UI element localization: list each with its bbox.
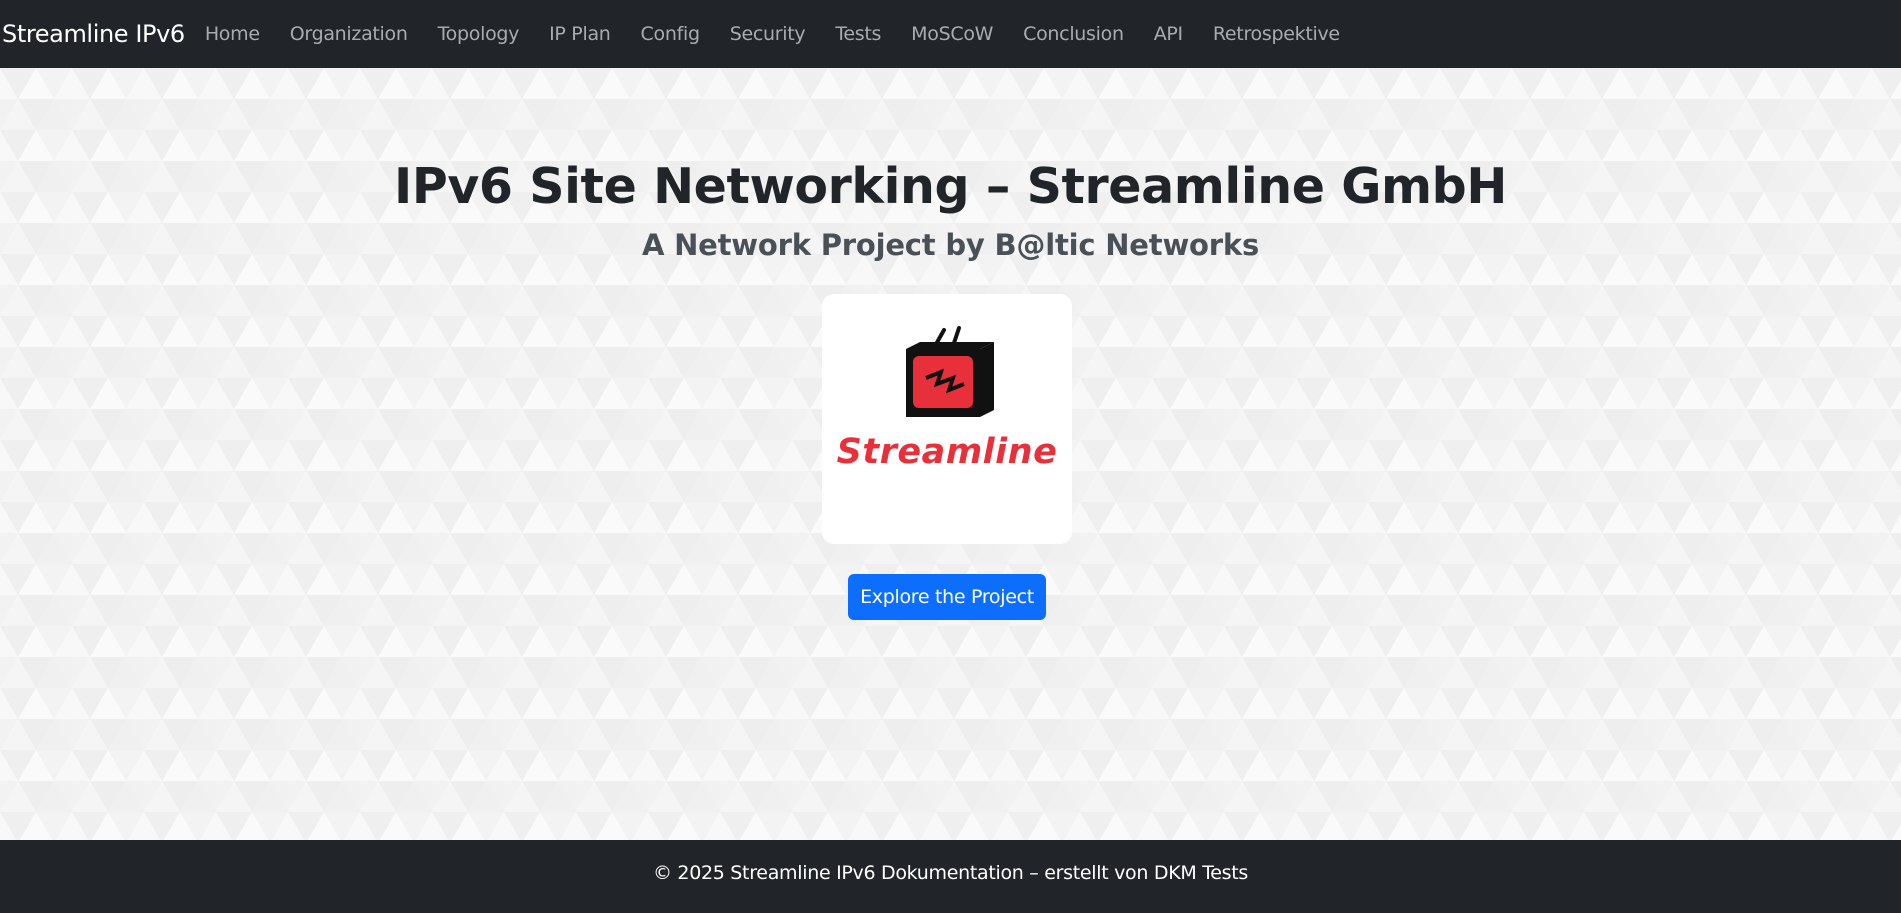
nav-link-security[interactable]: Security bbox=[715, 23, 821, 45]
navbar-brand[interactable]: Streamline IPv6 bbox=[2, 20, 185, 48]
nav-link-home[interactable]: Home bbox=[205, 23, 275, 45]
nav-links: Home Organization Topology IP Plan Confi… bbox=[205, 23, 1355, 45]
nav-link-organization[interactable]: Organization bbox=[275, 23, 423, 45]
nav-link-api[interactable]: API bbox=[1139, 23, 1198, 45]
page-title: IPv6 Site Networking – Streamline GmbH bbox=[394, 158, 1507, 215]
page-subtitle: A Network Project by B@ltic Networks bbox=[641, 228, 1260, 262]
explore-project-button[interactable]: Explore the Project bbox=[848, 574, 1046, 620]
nav-link-config[interactable]: Config bbox=[626, 23, 715, 45]
top-navbar: Streamline IPv6 Home Organization Topolo… bbox=[0, 0, 1901, 68]
page-footer: © 2025 Streamline IPv6 Dokumentation – e… bbox=[0, 840, 1901, 913]
nav-link-ip-plan[interactable]: IP Plan bbox=[534, 23, 625, 45]
nav-link-conclusion[interactable]: Conclusion bbox=[1008, 23, 1139, 45]
nav-link-tests[interactable]: Tests bbox=[820, 23, 896, 45]
hero-section: IPv6 Site Networking – Streamline GmbH A… bbox=[0, 68, 1901, 840]
nav-link-retrospektive[interactable]: Retrospektive bbox=[1198, 23, 1355, 45]
streamline-logo: Streamline bbox=[822, 294, 1072, 544]
footer-text: © 2025 Streamline IPv6 Dokumentation – e… bbox=[652, 861, 1249, 884]
logo-wordmark: Streamline bbox=[836, 432, 1058, 472]
tv-icon bbox=[906, 326, 994, 417]
nav-link-moscow[interactable]: MoSCoW bbox=[896, 23, 1008, 45]
hero-content: IPv6 Site Networking – Streamline GmbH A… bbox=[0, 68, 1901, 840]
nav-link-topology[interactable]: Topology bbox=[423, 23, 535, 45]
